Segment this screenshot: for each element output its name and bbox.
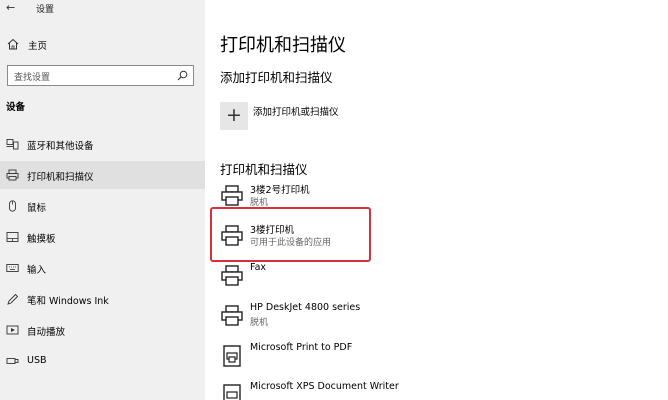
home-icon xyxy=(7,38,19,50)
sidebar-home[interactable]: 主页 xyxy=(0,34,205,56)
sidebar-item-printers-scanners[interactable]: 打印机和扫描仪 xyxy=(0,161,205,189)
printer-icon xyxy=(6,169,19,181)
sidebar-item-mouse[interactable]: 鼠标 xyxy=(0,192,205,220)
pdf-printer-icon xyxy=(223,345,241,367)
printer-name: Microsoft Print to PDF xyxy=(250,342,353,353)
keyboard-icon xyxy=(6,264,19,272)
printer-name: Microsoft XPS Document Writer xyxy=(250,381,399,392)
window-title: 设置 xyxy=(36,5,55,15)
sidebar-item-autoplay[interactable]: 自动播放 xyxy=(0,316,205,344)
sidebar-item-input[interactable]: 输入 xyxy=(0,254,205,282)
add-printer-label[interactable]: 添加打印机或扫描仪 xyxy=(253,104,339,118)
page-title: 打印机和扫描仪 xyxy=(220,35,346,56)
sidebar-item-label: 打印机和扫描仪 xyxy=(27,172,94,183)
fax-icon xyxy=(221,265,243,286)
printer-status: 脱机 xyxy=(250,318,269,328)
home-label: 主页 xyxy=(28,41,48,52)
mouse-icon xyxy=(9,200,16,212)
sidebar-item-label: 蓝牙和其他设备 xyxy=(27,141,94,152)
sidebar-item-label: 自动播放 xyxy=(27,327,66,338)
search-input[interactable]: 查找设置 xyxy=(7,65,194,86)
sidebar-item-label: 鼠标 xyxy=(27,203,47,214)
autoplay-icon xyxy=(6,325,19,335)
printer-item[interactable]: HP DeskJet 4800 series 脱机 xyxy=(220,302,520,338)
printer-item[interactable]: Microsoft XPS Document Writer xyxy=(220,381,520,400)
highlight-box xyxy=(210,207,371,262)
sidebar-item-label: 笔和 Windows Ink xyxy=(27,296,109,307)
printer-icon xyxy=(221,305,243,326)
sidebar-item-usb[interactable]: USB xyxy=(0,347,205,375)
main-content: 打印机和扫描仪 添加打印机和扫描仪 + 添加打印机或扫描仪 打印机和扫描仪 3楼… xyxy=(205,0,668,400)
printers-section-heading: 打印机和扫描仪 xyxy=(220,162,308,177)
sidebar-item-label: USB xyxy=(27,355,47,366)
touchpad-icon xyxy=(6,232,19,242)
search-icon[interactable] xyxy=(177,70,188,81)
printer-name: Fax xyxy=(250,262,267,273)
add-printer-button[interactable]: + xyxy=(220,102,248,130)
xps-printer-icon xyxy=(223,384,241,400)
sidebar: ← 设置 主页 查找设置 设备 蓝牙和其他设备 打印机和扫描仪 鼠标 触摸板 输… xyxy=(0,0,205,400)
back-arrow-icon[interactable]: ← xyxy=(6,1,15,14)
sidebar-item-label: 触摸板 xyxy=(27,234,56,245)
plus-icon: + xyxy=(226,104,242,126)
sidebar-item-bluetooth[interactable]: 蓝牙和其他设备 xyxy=(0,130,205,158)
usb-icon xyxy=(6,358,19,364)
add-section-heading: 添加打印机和扫描仪 xyxy=(220,70,333,85)
printer-item[interactable]: Fax xyxy=(220,262,520,298)
printer-icon xyxy=(221,185,243,206)
printer-item[interactable]: Microsoft Print to PDF xyxy=(220,342,520,378)
printer-name: 3楼2号打印机 xyxy=(250,185,310,196)
sidebar-item-pen[interactable]: 笔和 Windows Ink xyxy=(0,285,205,313)
pen-icon xyxy=(7,293,19,305)
sidebar-item-touchpad[interactable]: 触摸板 xyxy=(0,223,205,251)
printer-name: HP DeskJet 4800 series xyxy=(250,302,361,313)
section-title-devices: 设备 xyxy=(6,102,26,113)
sidebar-item-label: 输入 xyxy=(27,265,47,276)
bluetooth-devices-icon xyxy=(6,139,19,150)
search-placeholder: 查找设置 xyxy=(14,73,51,83)
